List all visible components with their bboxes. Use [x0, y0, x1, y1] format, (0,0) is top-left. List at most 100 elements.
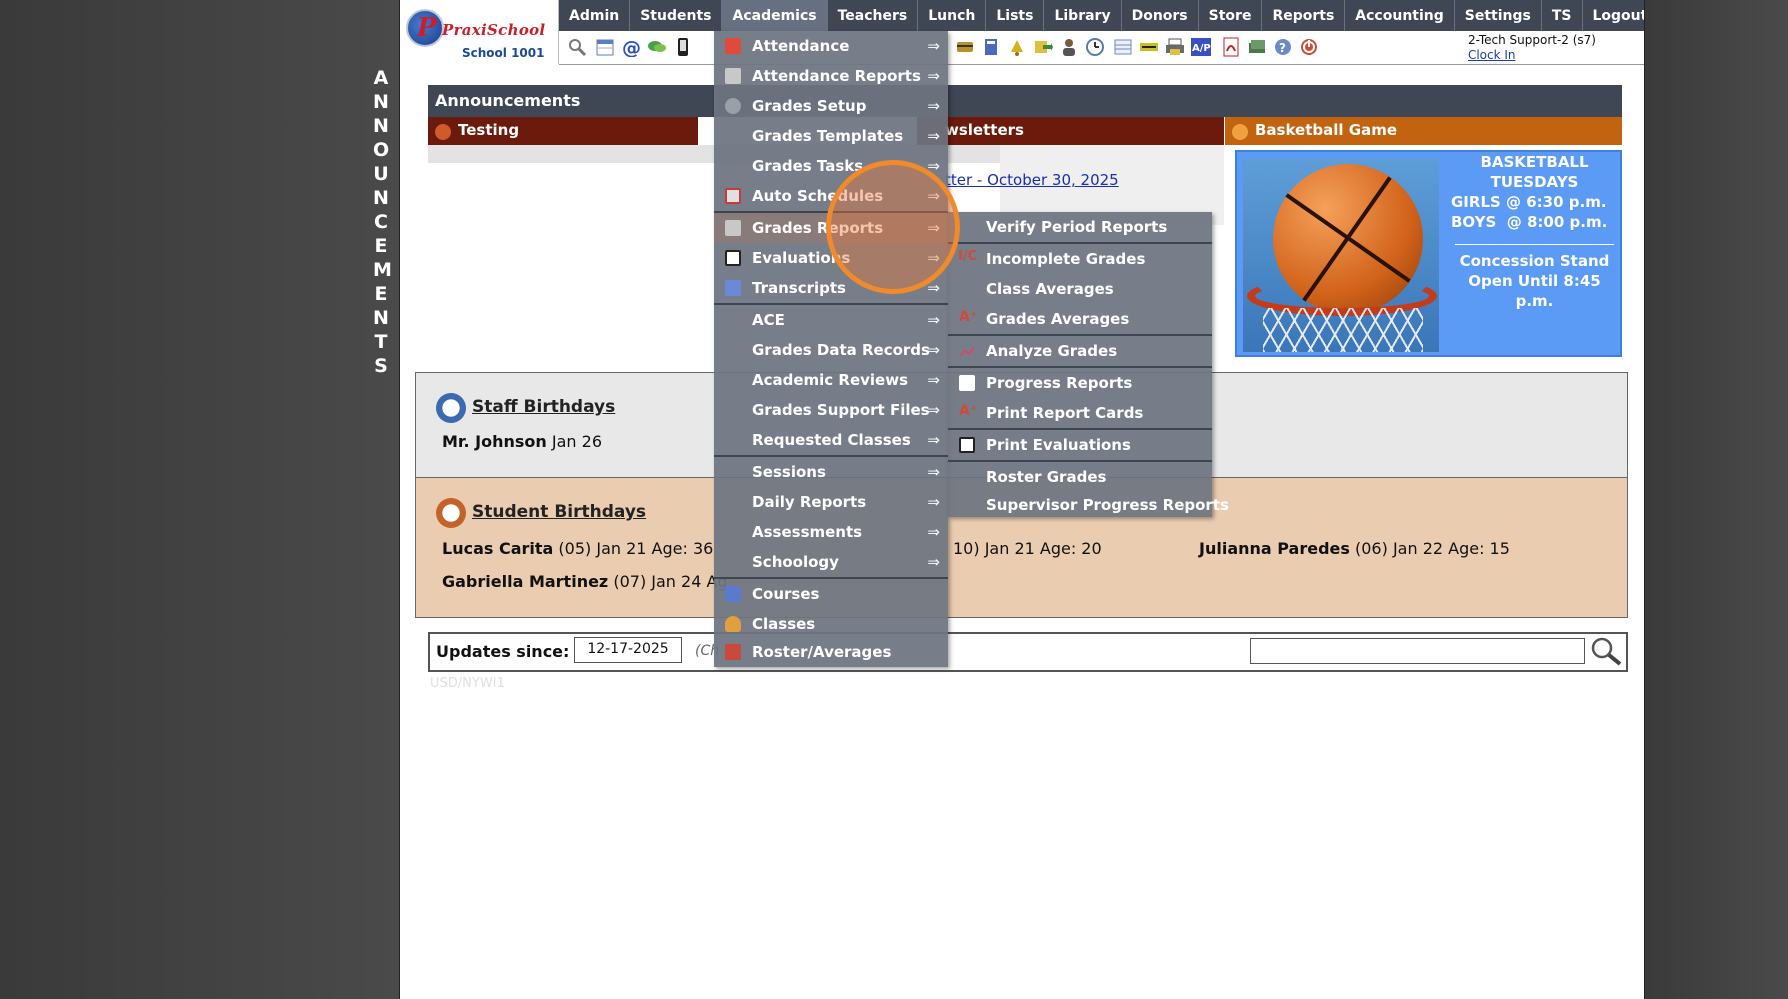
newsletter-link[interactable]: tter - October 30, 2025 — [945, 171, 1119, 189]
newsletters-header[interactable]: wsletters — [917, 117, 1224, 145]
nav-library[interactable]: Library — [1044, 0, 1122, 31]
menu-auto-schedules[interactable]: Auto Schedules ⇒ — [714, 181, 948, 211]
logo-p-icon — [406, 9, 444, 47]
basketball-header[interactable]: Basketball Game — [1225, 117, 1622, 145]
calendar-icon — [725, 38, 741, 54]
export-icon[interactable] — [1033, 37, 1053, 57]
nav-academics[interactable]: Academics — [722, 0, 828, 31]
nav-store[interactable]: Store — [1199, 0, 1263, 31]
book-icon — [725, 586, 741, 602]
nav-teachers[interactable]: Teachers — [828, 0, 919, 31]
phone-icon[interactable] — [673, 37, 693, 57]
nav-accounting[interactable]: Accounting — [1345, 0, 1455, 31]
bball-line: BOYS @ 8:00 p.m. — [1451, 213, 1608, 231]
menu-grades-setup[interactable]: Grades Setup ⇒ — [714, 91, 948, 121]
menu-classes[interactable]: Classes — [714, 609, 948, 639]
menu-courses[interactable]: Courses — [714, 579, 948, 609]
menu-roster-averages[interactable]: Roster/Averages — [714, 637, 948, 667]
announcement-testing-header[interactable]: Testing — [428, 117, 698, 145]
submenu-verify-period-reports[interactable]: Verify Period Reports — [948, 212, 1212, 242]
menu-transcripts[interactable]: Transcripts ⇒ — [714, 273, 948, 303]
nav-logout[interactable]: Logout — [1583, 0, 1645, 31]
student-birthday-entry: 10) Jan 21 Age: 20 — [953, 539, 1102, 558]
menu-grades-support-files[interactable]: Grades Support Files ⇒ — [714, 395, 948, 425]
document-icon — [725, 280, 741, 296]
email-icon[interactable]: @ — [621, 37, 641, 59]
submenu-print-report-cards[interactable]: A⁺ Print Report Cards — [948, 398, 1212, 428]
announcements-header: Announcements — [428, 85, 1622, 117]
net-icon — [1263, 308, 1423, 352]
updates-since-label: Updates since: — [436, 642, 570, 661]
nav-donors[interactable]: Donors — [1122, 0, 1199, 31]
users-icon[interactable] — [1059, 37, 1079, 57]
nav-lunch[interactable]: Lunch — [918, 0, 987, 31]
submenu-grades-averages[interactable]: A⁺ Grades Averages — [948, 304, 1212, 334]
submenu-incomplete-grades[interactable]: I/C Incomplete Grades — [948, 244, 1212, 274]
basketball-card: BASKETBALL TUESDAYS GIRLS @ 6:30 p.m. BO… — [1235, 150, 1622, 357]
announcements-vertical-label: ANNOUNCEMENTS — [373, 67, 392, 377]
ticket-icon[interactable] — [1139, 37, 1159, 57]
bell-icon[interactable] — [1007, 37, 1027, 57]
menu-requested-classes[interactable]: Requested Classes ⇒ — [714, 425, 948, 455]
menu-assessments[interactable]: Assessments ⇒ — [714, 517, 948, 547]
nav-reports[interactable]: Reports — [1262, 0, 1346, 31]
page-icon — [959, 375, 975, 391]
menu-grades-data-records[interactable]: Grades Data Records ⇒ — [714, 335, 948, 365]
printer-icon[interactable] — [1165, 37, 1185, 57]
person-icon — [725, 616, 741, 632]
submenu-roster-grades[interactable]: Roster Grades — [948, 462, 1212, 492]
grid-icon[interactable] — [1113, 37, 1133, 57]
schedule-icon — [725, 188, 741, 204]
search-icon[interactable] — [1590, 636, 1622, 666]
bball-line: TUESDAYS — [1490, 173, 1579, 191]
announcement-testing-title: Testing — [458, 121, 520, 139]
nav-students[interactable]: Students — [630, 0, 723, 31]
menu-evaluations[interactable]: Evaluations ⇒ — [714, 243, 948, 273]
menu-academic-reviews[interactable]: Academic Reviews ⇒ — [714, 365, 948, 395]
user-info: 2-Tech Support-2 (s7) Clock In — [1468, 33, 1596, 63]
nav-ts[interactable]: TS — [1542, 0, 1583, 31]
user-name: 2-Tech Support-2 (s7) — [1467, 33, 1596, 47]
search-icon[interactable] — [567, 37, 587, 57]
submenu-progress-reports[interactable]: Progress Reports — [948, 368, 1212, 398]
menu-schoology[interactable]: Schoology ⇒ — [714, 547, 948, 577]
chat-icon[interactable] — [647, 37, 667, 57]
power-icon[interactable] — [1299, 37, 1319, 57]
menu-attendance-reports[interactable]: Attendance Reports ⇒ — [714, 61, 948, 91]
svg-text:?: ? — [1279, 41, 1286, 55]
bball-divider — [1455, 244, 1614, 245]
clock-icon[interactable] — [1085, 37, 1105, 57]
menu-grades-templates[interactable]: Grades Templates ⇒ — [714, 121, 948, 151]
nav-admin[interactable]: Admin — [559, 0, 631, 31]
cash-icon[interactable] — [1247, 37, 1267, 57]
updates-since-date-input[interactable]: 12-17-2025 — [574, 637, 682, 663]
submenu-print-evaluations[interactable]: Print Evaluations — [948, 430, 1212, 460]
menu-grades-tasks[interactable]: Grades Tasks ⇒ — [714, 151, 948, 181]
menu-daily-reports[interactable]: Daily Reports ⇒ — [714, 487, 948, 517]
a-plus-icon: A⁺ — [959, 309, 978, 325]
card-icon[interactable] — [955, 37, 975, 57]
help-icon[interactable]: ? — [1273, 37, 1293, 57]
logo-text: PraxiSchool — [442, 21, 546, 39]
menu-attendance[interactable]: Attendance ⇒ — [714, 31, 948, 61]
updates-bar: Updates since: 12-17-2025 (Ch — [428, 632, 1628, 672]
clock-in-link[interactable]: Clock In — [1468, 48, 1596, 63]
search-input[interactable] — [1250, 638, 1585, 664]
staff-birthdays-title[interactable]: Staff Birthdays — [472, 397, 615, 417]
menu-ace[interactable]: ACE ⇒ — [714, 305, 948, 335]
pdf-icon[interactable] — [1221, 37, 1241, 57]
cake-icon — [436, 393, 466, 423]
academics-dropdown-menu: Attendance ⇒ Attendance Reports ⇒ Grades S… — [714, 31, 948, 667]
ap-icon[interactable]: A/P — [1191, 37, 1211, 57]
submenu-supervisor-progress-reports[interactable]: Supervisor Progress Reports — [948, 490, 1229, 520]
student-birthdays-title[interactable]: Student Birthdays — [472, 502, 646, 522]
submenu-analyze-grades[interactable]: Analyze Grades — [948, 336, 1212, 366]
menu-grades-reports[interactable]: Grades Reports ⇒ — [714, 213, 948, 243]
notebook-icon[interactable] — [981, 37, 1001, 57]
nav-lists[interactable]: Lists — [986, 0, 1045, 31]
praxischool-logo[interactable]: PraxiSchool School 1001 — [400, 0, 559, 64]
submenu-class-averages[interactable]: Class Averages — [948, 274, 1212, 304]
calendar-icon[interactable] — [595, 37, 615, 57]
menu-sessions[interactable]: Sessions ⇒ — [714, 457, 948, 487]
nav-settings[interactable]: Settings — [1455, 0, 1542, 31]
